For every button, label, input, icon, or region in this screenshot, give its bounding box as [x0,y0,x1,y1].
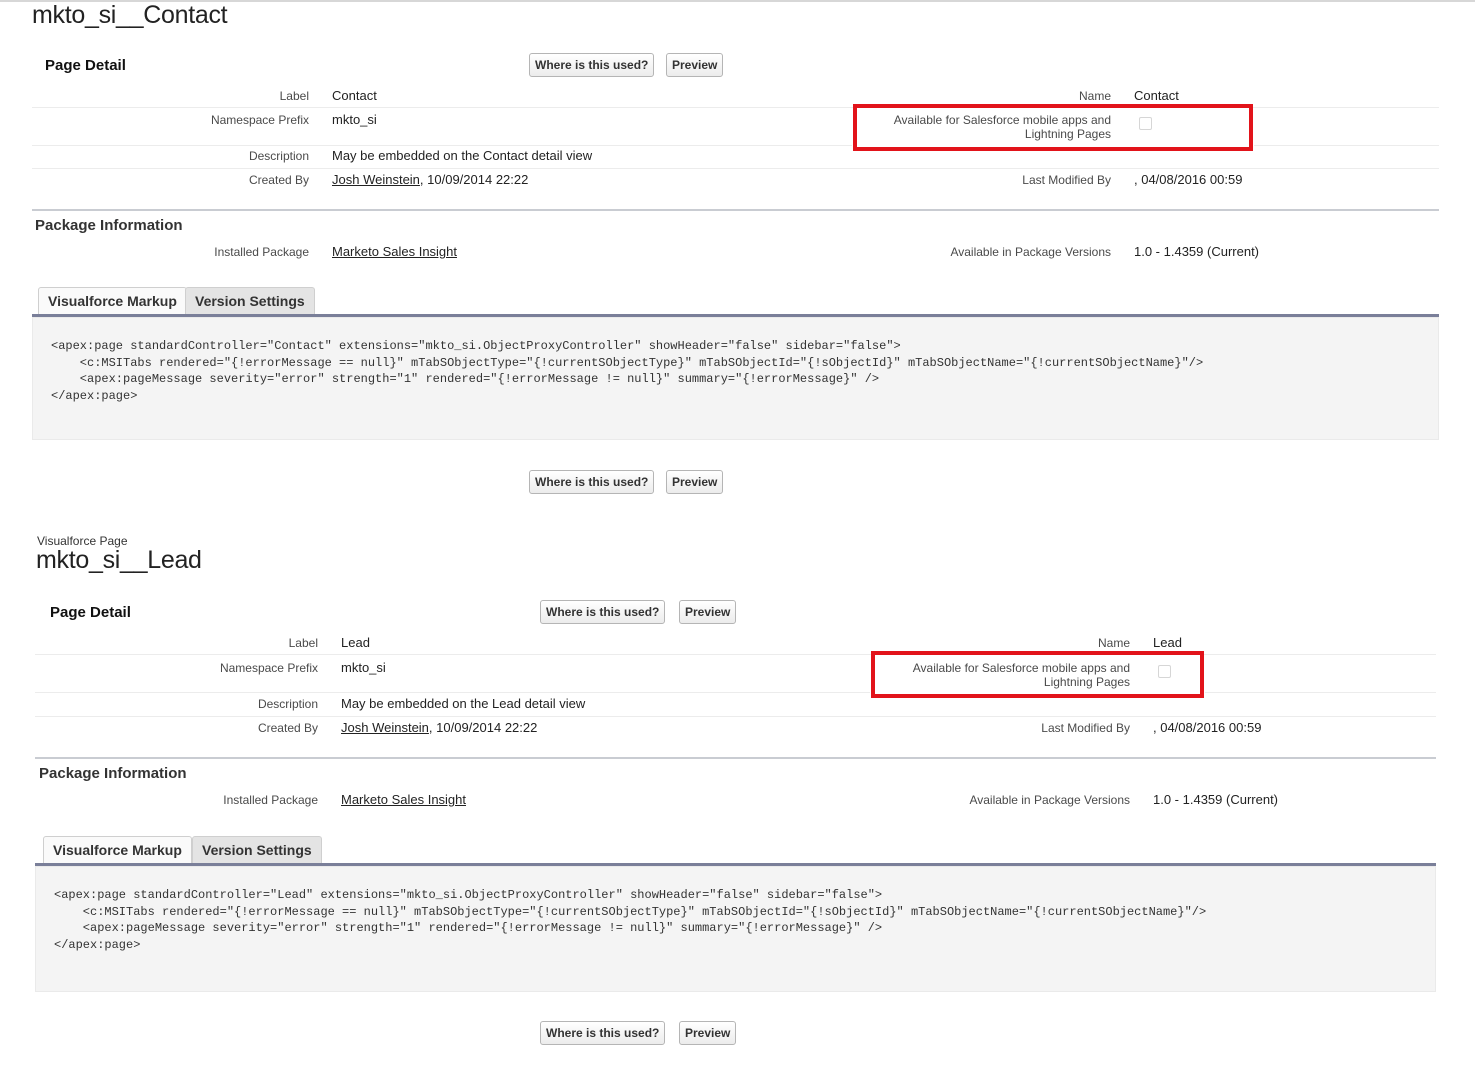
preview-button[interactable]: Preview [666,53,724,77]
preview-button[interactable]: Preview [679,1021,737,1045]
label-field-label: Label [288,636,318,650]
package-information-heading: Package Information [39,765,187,782]
where-is-this-used-button[interactable]: Where is this used? [540,1021,666,1045]
visualforce-markup-code: <apex:page standardController="Lead" ext… [35,866,1436,992]
preview-button[interactable]: Preview [679,600,737,624]
visualforce-markup-code: <apex:page standardController="Contact" … [32,317,1439,440]
code-line: <apex:page standardController="Lead" ext… [54,888,883,902]
tab-version-settings[interactable]: Version Settings [185,287,315,315]
code-line: </apex:page> [51,388,138,403]
namespace-prefix-label: Namespace Prefix [210,113,309,127]
installed-package-link[interactable]: Marketo Sales Insight [341,792,466,807]
installed-package-value: Marketo Sales Insight [332,244,457,259]
section-divider [35,757,1436,759]
row-divider [1254,145,1439,146]
last-modified-label: Last Modified By [1022,173,1111,187]
package-versions-value: 1.0 - 1.4359 (Current) [1134,244,1260,259]
code-line: <apex:page standardController="Contact" … [51,339,901,353]
last-modified-value: , 04/08/2016 00:59 [1134,172,1243,187]
page-title: mkto_si__Lead [36,546,202,574]
row-divider [1205,692,1436,693]
package-versions-label: Available in Package Versions [950,245,1111,259]
package-information-heading: Package Information [35,217,183,234]
installed-package-value: Marketo Sales Insight [341,792,466,807]
row-divider [35,692,870,693]
created-by-date: , 10/09/2014 22:22 [428,720,538,735]
last-modified-value: , 04/08/2016 00:59 [1153,720,1262,735]
name-field-label: Name [1078,89,1111,103]
created-by-user-link[interactable]: Josh Weinstein [341,720,429,735]
package-versions-label: Available in Package Versions [969,793,1130,807]
created-by-value: Josh Weinstein, 10/09/2014 22:22 [341,720,537,735]
where-is-this-used-button[interactable]: Where is this used? [540,600,666,624]
code-line: <c:MSITabs rendered="{!errorMessage == n… [51,355,1204,370]
visualforce-page-lead: Visualforce Page mkto_si__Lead Page Deta… [0,520,1475,1080]
installed-package-label: Installed Package [223,793,318,807]
last-modified-label: Last Modified By [1041,721,1130,735]
row-divider [32,168,1439,169]
row-divider [35,716,1436,717]
page-detail-heading: Page Detail [50,604,131,621]
description-label: Description [257,697,318,711]
label-field-label: Label [279,89,309,103]
description-value: May be embedded on the Contact detail vi… [332,148,593,163]
created-by-value: Josh Weinstein, 10/09/2014 22:22 [332,172,528,187]
where-is-this-used-button[interactable]: Where is this used? [529,53,655,77]
preview-button[interactable]: Preview [666,470,724,494]
code-line: <apex:pageMessage severity="error" stren… [54,921,883,935]
created-by-date: , 10/09/2014 22:22 [419,172,529,187]
where-is-this-used-button[interactable]: Where is this used? [529,470,655,494]
highlight-box [853,104,1253,151]
description-label: Description [248,149,309,163]
label-field-value: Contact [332,88,377,103]
name-field-value: Contact [1134,88,1179,103]
page-detail-heading: Page Detail [45,57,126,74]
namespace-prefix-value: mkto_si [341,660,386,675]
created-by-label: Created By [257,721,318,735]
highlight-box [871,651,1204,698]
installed-package-link[interactable]: Marketo Sales Insight [332,244,457,259]
code-line: <apex:pageMessage severity="error" stren… [51,372,880,386]
package-versions-value: 1.0 - 1.4359 (Current) [1153,792,1279,807]
tab-version-settings[interactable]: Version Settings [192,836,322,864]
namespace-prefix-label: Namespace Prefix [219,661,318,675]
namespace-prefix-value: mkto_si [332,112,377,127]
description-value: May be embedded on the Lead detail view [341,696,586,711]
created-by-label: Created By [248,173,309,187]
visualforce-page-contact: mkto_si__Contact Page Detail Where is th… [0,0,1475,510]
page-title: mkto_si__Contact [32,1,228,29]
tab-visualforce-markup[interactable]: Visualforce Markup [43,836,192,864]
section-divider [32,209,1439,211]
label-field-value: Lead [341,635,370,650]
installed-package-label: Installed Package [214,245,309,259]
code-line: <c:MSITabs rendered="{!errorMessage == n… [54,904,1207,919]
row-divider [32,145,852,146]
name-field-value: Lead [1153,635,1182,650]
name-field-label: Name [1097,636,1130,650]
tab-visualforce-markup[interactable]: Visualforce Markup [38,287,187,315]
row-divider [35,654,1436,655]
code-line: </apex:page> [54,937,141,952]
created-by-user-link[interactable]: Josh Weinstein [332,172,420,187]
